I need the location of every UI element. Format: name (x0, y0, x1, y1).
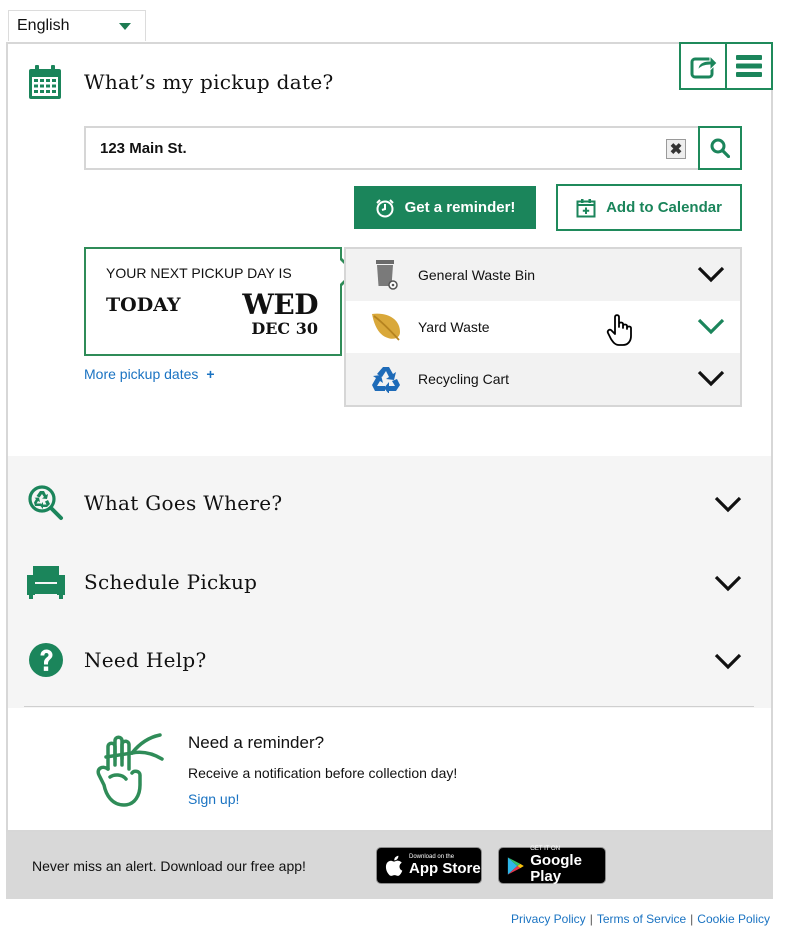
chevron-down-icon (714, 496, 742, 513)
language-select[interactable]: English (8, 10, 146, 41)
app-store-button[interactable]: Download on the App Store (376, 847, 482, 884)
plus-icon: + (206, 366, 215, 382)
play-icon (507, 856, 524, 875)
alarm-clock-icon (375, 198, 394, 217)
privacy-policy-link[interactable]: Privacy Policy (511, 912, 586, 926)
search-recycle-icon (26, 483, 66, 523)
section-divider (24, 706, 754, 707)
garbage-bin-icon (368, 257, 404, 293)
add-to-calendar-button[interactable]: Add to Calendar (556, 184, 742, 231)
next-pickup-date: WED DEC 30 (242, 291, 318, 339)
next-pickup-today: TODAY (106, 294, 181, 316)
bin-label: Yard Waste (418, 319, 490, 335)
get-reminder-button[interactable]: Get a reminder! (354, 186, 536, 229)
search-icon (710, 138, 730, 158)
bin-list: General Waste Bin Yard Waste Recycling C… (344, 247, 742, 407)
accordion-schedule-pickup[interactable]: Schedule Pickup (8, 543, 771, 621)
legal-links: Privacy Policy | Terms of Service | Cookie P… (511, 912, 770, 926)
app-store-big-text: App Store (409, 860, 481, 877)
leaf-icon (368, 309, 404, 345)
terms-of-service-link[interactable]: Terms of Service (597, 912, 686, 926)
bin-row-yard-waste[interactable]: Yard Waste (346, 301, 740, 353)
hand-cursor-icon (606, 314, 632, 346)
accordion-what-goes-where[interactable]: What Goes Where? (8, 464, 771, 542)
calendar-plus-icon (576, 198, 596, 217)
google-play-button[interactable]: GET IT ON Google Play (498, 846, 606, 885)
calendar-icon (29, 65, 61, 99)
accordion-need-help[interactable]: Need Help? (8, 621, 771, 699)
address-search: 123 Main St. ✖ (84, 126, 742, 170)
caret-down-icon (119, 23, 131, 30)
info-accordion: What Goes Where? Schedule Pickup Need He… (8, 456, 771, 708)
chevron-down-icon (714, 653, 742, 670)
address-input-value: 123 Main St. (100, 139, 187, 157)
bin-label: Recycling Cart (418, 371, 510, 387)
address-input[interactable]: 123 Main St. ✖ (84, 126, 698, 170)
reminder-text: Receive a notification before collection… (188, 765, 458, 781)
reminder-title: Need a reminder? (188, 733, 325, 752)
next-pickup-day: DEC 30 (251, 319, 318, 338)
pickup-widget: What’s my pickup date? 123 Main St. ✖ Ge… (6, 42, 773, 832)
menu-button[interactable] (725, 42, 773, 90)
clear-icon[interactable]: ✖ (666, 139, 686, 159)
chevron-down-icon (697, 370, 725, 387)
accordion-title: What Goes Where? (84, 491, 283, 515)
google-play-big-text: Google Play (530, 852, 582, 885)
finger-string-icon (96, 733, 164, 807)
bin-row-recycling[interactable]: Recycling Cart (346, 353, 740, 405)
accordion-title: Need Help? (84, 648, 207, 672)
language-select-value: English (17, 17, 70, 34)
accordion-title: Schedule Pickup (84, 570, 258, 594)
reminder-signup: Need a reminder? Receive a notification … (88, 729, 588, 819)
app-download-text: Never miss an alert. Download our free a… (32, 857, 306, 874)
bin-row-general-waste[interactable]: General Waste Bin (346, 249, 740, 301)
cookie-policy-link[interactable]: Cookie Policy (697, 912, 770, 926)
legal-separator: | (690, 912, 694, 926)
get-reminder-label: Get a reminder! (404, 199, 516, 216)
sign-up-link[interactable]: Sign up! (188, 791, 239, 807)
armchair-icon (26, 562, 66, 602)
more-pickup-dates-label: More pickup dates (84, 366, 199, 382)
app-download-bar: Never miss an alert. Download our free a… (6, 832, 773, 899)
question-icon (26, 640, 66, 680)
share-icon (690, 54, 718, 79)
next-pickup-weekday: WED (242, 288, 318, 321)
chevron-down-icon (714, 575, 742, 592)
menu-icon (736, 55, 762, 77)
share-button[interactable] (679, 42, 727, 90)
recycling-icon (368, 361, 404, 397)
chevron-down-icon (697, 318, 725, 335)
add-to-calendar-label: Add to Calendar (606, 199, 722, 216)
bin-label: General Waste Bin (418, 267, 535, 283)
next-pickup-box: YOUR NEXT PICKUP DAY IS TODAY WED DEC 30 (84, 247, 356, 356)
pickup-header: What’s my pickup date? (28, 64, 333, 100)
pickup-title: What’s my pickup date? (84, 70, 334, 94)
more-pickup-dates-link[interactable]: More pickup dates + (84, 366, 215, 382)
chevron-down-icon (697, 266, 725, 283)
corner-buttons (679, 42, 773, 90)
next-pickup-label: YOUR NEXT PICKUP DAY IS (106, 265, 292, 281)
legal-separator: | (589, 912, 593, 926)
apple-icon (385, 855, 403, 876)
search-button[interactable] (698, 126, 742, 170)
